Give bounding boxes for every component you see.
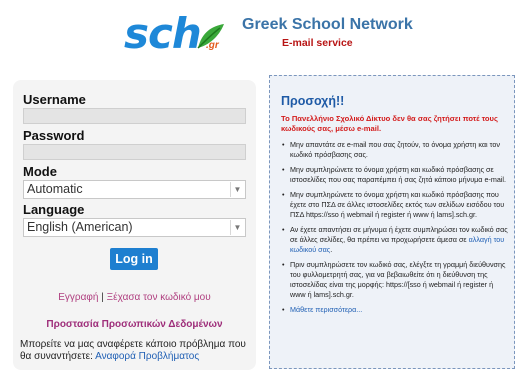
report-problem-link[interactable]: Αναφορά Προβλήματος: [95, 351, 199, 362]
list-item: Μην συμπληρώνετε το όνομα χρήστη και κωδ…: [281, 190, 509, 220]
list-item: Πριν συμπληρώσετε τον κωδικό σας, ελέγξτ…: [281, 260, 509, 300]
learn-more-link[interactable]: Μάθετε περισσότερα...: [290, 305, 362, 314]
logo-text: sch: [124, 9, 202, 58]
notice-list: Μην απαντάτε σε e-mail που σας ζητούν, τ…: [281, 140, 509, 320]
page-title: Greek School Network: [242, 16, 413, 33]
sch-logo: sch .gr: [124, 10, 236, 62]
report-text: Μπορείτε να μας αναφέρετε κάποιο πρόβλημ…: [20, 339, 255, 363]
list-item: Μάθετε περισσότερα...: [281, 305, 509, 315]
username-label: Username: [23, 92, 86, 107]
mode-label: Mode: [23, 164, 57, 179]
login-panel: Username Password Mode Automatic ▼ Langu…: [13, 80, 256, 370]
mode-select-value: Automatic: [27, 182, 83, 196]
notice-warning: Το Πανελλήνιο Σχολικό Δίκτυο δεν θα σας …: [281, 114, 498, 133]
link-separator: |: [101, 292, 104, 303]
logo-suffix: .gr: [206, 40, 219, 51]
list-item: Αν έχετε απαντήσει σε μήνυμα ή έχετε συμ…: [281, 225, 509, 255]
mode-select[interactable]: Automatic ▼: [23, 180, 246, 199]
password-label: Password: [23, 128, 85, 143]
security-notice-panel: Προσοχή!! Το Πανελλήνιο Σχολικό Δίκτυο δ…: [269, 75, 515, 369]
page-subtitle: E-mail service: [282, 37, 353, 49]
language-label: Language: [23, 202, 85, 217]
username-input[interactable]: [23, 108, 246, 124]
list-item: Μην απαντάτε σε e-mail που σας ζητούν, τ…: [281, 140, 509, 160]
account-links: Εγγραφή | Ξέχασα τον κωδικό μου: [13, 292, 256, 303]
privacy-link[interactable]: Προστασία Προσωπικών Δεδομένων: [13, 319, 256, 330]
chevron-down-icon[interactable]: ▼: [230, 220, 244, 235]
login-button[interactable]: Log in: [110, 248, 158, 270]
chevron-down-icon[interactable]: ▼: [230, 182, 244, 197]
notice-title: Προσοχή!!: [281, 94, 345, 108]
language-select[interactable]: English (American) ▼: [23, 218, 246, 237]
language-select-value: English (American): [27, 220, 133, 234]
list-item: Μην συμπληρώνετε το όνομα χρήστη και κωδ…: [281, 165, 509, 185]
register-link[interactable]: Εγγραφή: [58, 292, 98, 303]
password-input[interactable]: [23, 144, 246, 160]
forgot-password-link[interactable]: Ξέχασα τον κωδικό μου: [107, 292, 211, 303]
